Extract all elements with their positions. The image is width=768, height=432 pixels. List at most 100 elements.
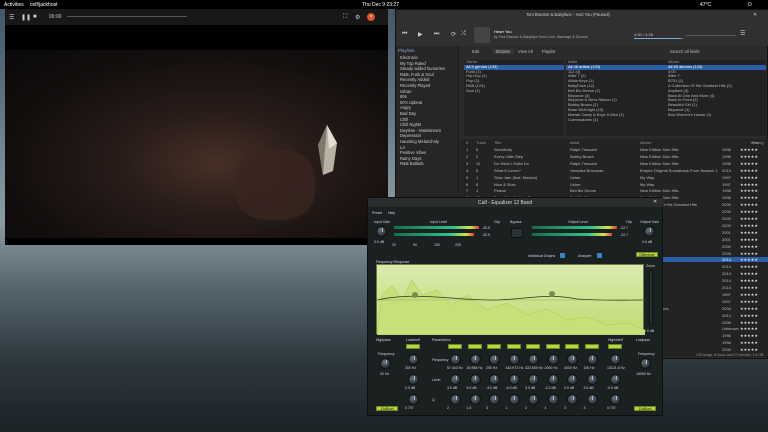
stop-icon[interactable]: ■ <box>33 14 37 20</box>
fullscreen-icon[interactable]: ⛶ <box>343 14 347 21</box>
sidebar-item[interactable]: 80s <box>400 94 407 99</box>
lowpass-mode-button[interactable]: 12dB/oct <box>634 406 656 411</box>
highpass-mode-button[interactable]: 12dB/oct <box>376 406 398 411</box>
rating-stars[interactable]: ★★★★★ <box>740 333 758 338</box>
band-pq-knob[interactable] <box>547 394 559 405</box>
rating-stars[interactable]: ★★★★★ <box>740 161 758 166</box>
table-row[interactable]: 6 8 Nice & Slow Usher My Way 1997 ★★★★★ <box>460 182 768 187</box>
band-toggle[interactable] <box>608 344 622 349</box>
table-row[interactable]: 7 1 Poison Bell Biv Devoe New Edition Solo H… <box>460 188 768 193</box>
rating-stars[interactable]: ★★★★★ <box>740 237 758 242</box>
tab-view-all[interactable]: View All <box>518 49 533 54</box>
clock[interactable]: Thu Dec 9 23:27 <box>362 2 399 8</box>
volume-slider[interactable] <box>686 35 736 36</box>
column-header[interactable]: Title <box>494 140 501 145</box>
band-plevel-knob[interactable] <box>408 374 419 385</box>
band-pfreq-knob[interactable] <box>547 354 559 365</box>
band-pq-knob[interactable] <box>450 394 461 405</box>
rating-stars[interactable]: ★★★★★ <box>740 306 758 311</box>
rating-stars[interactable]: ★★★★★ <box>740 202 758 207</box>
band-pq-knob[interactable] <box>508 394 520 405</box>
artist-item[interactable]: Commodores (1) <box>566 117 666 123</box>
search-input[interactable]: Search all fields <box>670 49 700 54</box>
column-header[interactable]: Album <box>640 140 651 145</box>
sidebar-item[interactable]: Recently Added <box>400 77 429 82</box>
genre-list[interactable]: Genre All 5 genres (133) Funk (1) Hip-Hop (… <box>464 60 564 136</box>
difference-button[interactable]: Difference <box>636 252 658 257</box>
rating-stars[interactable]: ★★★★★ <box>740 244 758 249</box>
sidebar-item[interactable]: Recently Played <box>400 83 430 88</box>
album-list[interactable]: Album All 85 albums (133) 4:00 After 7 B701 … <box>666 60 766 136</box>
column-header[interactable]: Track <box>476 140 486 145</box>
sidebar-item[interactable]: Chill Nights <box>400 122 421 127</box>
tab-playlist[interactable]: Playlist <box>542 49 555 54</box>
band-plevel-knob[interactable] <box>469 374 481 385</box>
individual-graphs-toggle[interactable] <box>560 253 565 258</box>
band-plevel-knob[interactable] <box>610 374 621 385</box>
band-toggle[interactable] <box>448 344 462 349</box>
power-icon[interactable]: ⏻ <box>748 2 752 8</box>
band-plevel-knob[interactable] <box>489 374 500 385</box>
band-pfreq-knob[interactable] <box>469 354 481 365</box>
band-toggle[interactable] <box>565 344 579 349</box>
band-pfreq-knob[interactable] <box>567 354 578 365</box>
band-pfreq-knob[interactable] <box>408 354 419 365</box>
rating-stars[interactable]: ★★★★★ <box>740 313 758 318</box>
band-pq-knob[interactable] <box>489 394 500 405</box>
rating-stars[interactable]: ★★★★★ <box>740 175 758 180</box>
rating-stars[interactable]: ★★★★★ <box>740 154 758 159</box>
sidebar-item[interactable]: Rainy Days <box>400 156 421 161</box>
rating-stars[interactable]: ★★★★★ <box>740 264 758 269</box>
band-plevel-knob[interactable] <box>586 374 598 385</box>
band-pq-knob[interactable] <box>610 394 621 405</box>
track-progress[interactable] <box>634 38 684 39</box>
zoom-slider[interactable] <box>649 270 653 325</box>
band-toggle[interactable] <box>467 344 482 349</box>
rating-stars[interactable]: ★★★★★ <box>740 182 758 187</box>
band-plevel-knob[interactable] <box>547 374 559 385</box>
rating-stars[interactable]: ★★★★★ <box>740 299 758 304</box>
band-plevel-knob[interactable] <box>528 374 539 385</box>
tab-edit[interactable]: Edit <box>472 49 479 54</box>
rating-stars[interactable]: ★★★★★ <box>740 230 758 235</box>
sidebar-item[interactable]: Angry <box>400 105 411 110</box>
band-plevel-knob[interactable] <box>450 374 461 385</box>
artist-list[interactable]: Artist All 46 artists (133) 112 (4) After 7… <box>566 60 666 136</box>
sidebar-item[interactable]: Electronic <box>400 55 418 60</box>
band-pq-knob[interactable] <box>408 394 419 405</box>
seek-bar[interactable] <box>67 16 187 17</box>
rating-stars[interactable]: ★★★★★ <box>740 292 758 297</box>
sidebar-item[interactable]: 00's Upbeat <box>400 100 422 105</box>
sidebar-item[interactable]: Depression <box>400 133 421 138</box>
output-gain-knob[interactable] <box>644 226 655 237</box>
settings-icon[interactable]: ⚙ <box>355 14 360 21</box>
menu-icon[interactable]: ☰ <box>9 14 14 21</box>
rating-stars[interactable]: ★★★★★ <box>740 168 758 173</box>
band-pfreq-knob[interactable] <box>586 354 598 365</box>
rating-stars[interactable]: ★★★★★ <box>740 285 758 290</box>
rating-stars[interactable]: ★★★★★ <box>740 209 758 214</box>
table-row[interactable]: 4 5 What It Loves? Veronika Bozeman Empire O… <box>460 168 768 173</box>
rating-stars[interactable]: ★★★★★ <box>740 326 758 331</box>
help-menu[interactable]: Help <box>388 211 395 215</box>
previous-icon[interactable]: ⏮ <box>402 31 407 38</box>
sidebar-item[interactable]: R&B, Funk & Soul <box>400 72 434 77</box>
band-pfreq-knob[interactable] <box>610 354 621 365</box>
band-pq-knob[interactable] <box>469 394 481 405</box>
band-toggle[interactable] <box>406 344 420 349</box>
band-pq-knob[interactable] <box>567 394 578 405</box>
repeat-icon[interactable]: ⟳ <box>451 31 456 38</box>
band-toggle[interactable] <box>487 344 501 349</box>
sidebar-item[interactable]: Daytime - Mainstream <box>400 128 441 133</box>
rating-stars[interactable]: ★★★★★ <box>740 223 758 228</box>
sidebar-item[interactable]: Haunting Melancholy <box>400 139 439 144</box>
close-icon[interactable]: ✕ <box>753 12 757 18</box>
pause-icon[interactable]: ❚❚ <box>21 14 31 21</box>
table-row[interactable]: 2 2 Every Little Step Bobby Brown New Editio… <box>460 154 768 159</box>
next-icon[interactable]: ⏭ <box>434 31 439 38</box>
rating-stars[interactable]: ★★★★★ <box>740 188 758 193</box>
analyzer-toggle[interactable] <box>597 253 602 258</box>
band-pfreq-knob[interactable] <box>450 354 461 365</box>
app-menu[interactable]: celf/jackhost <box>30 2 58 8</box>
band-toggle[interactable] <box>526 344 540 349</box>
